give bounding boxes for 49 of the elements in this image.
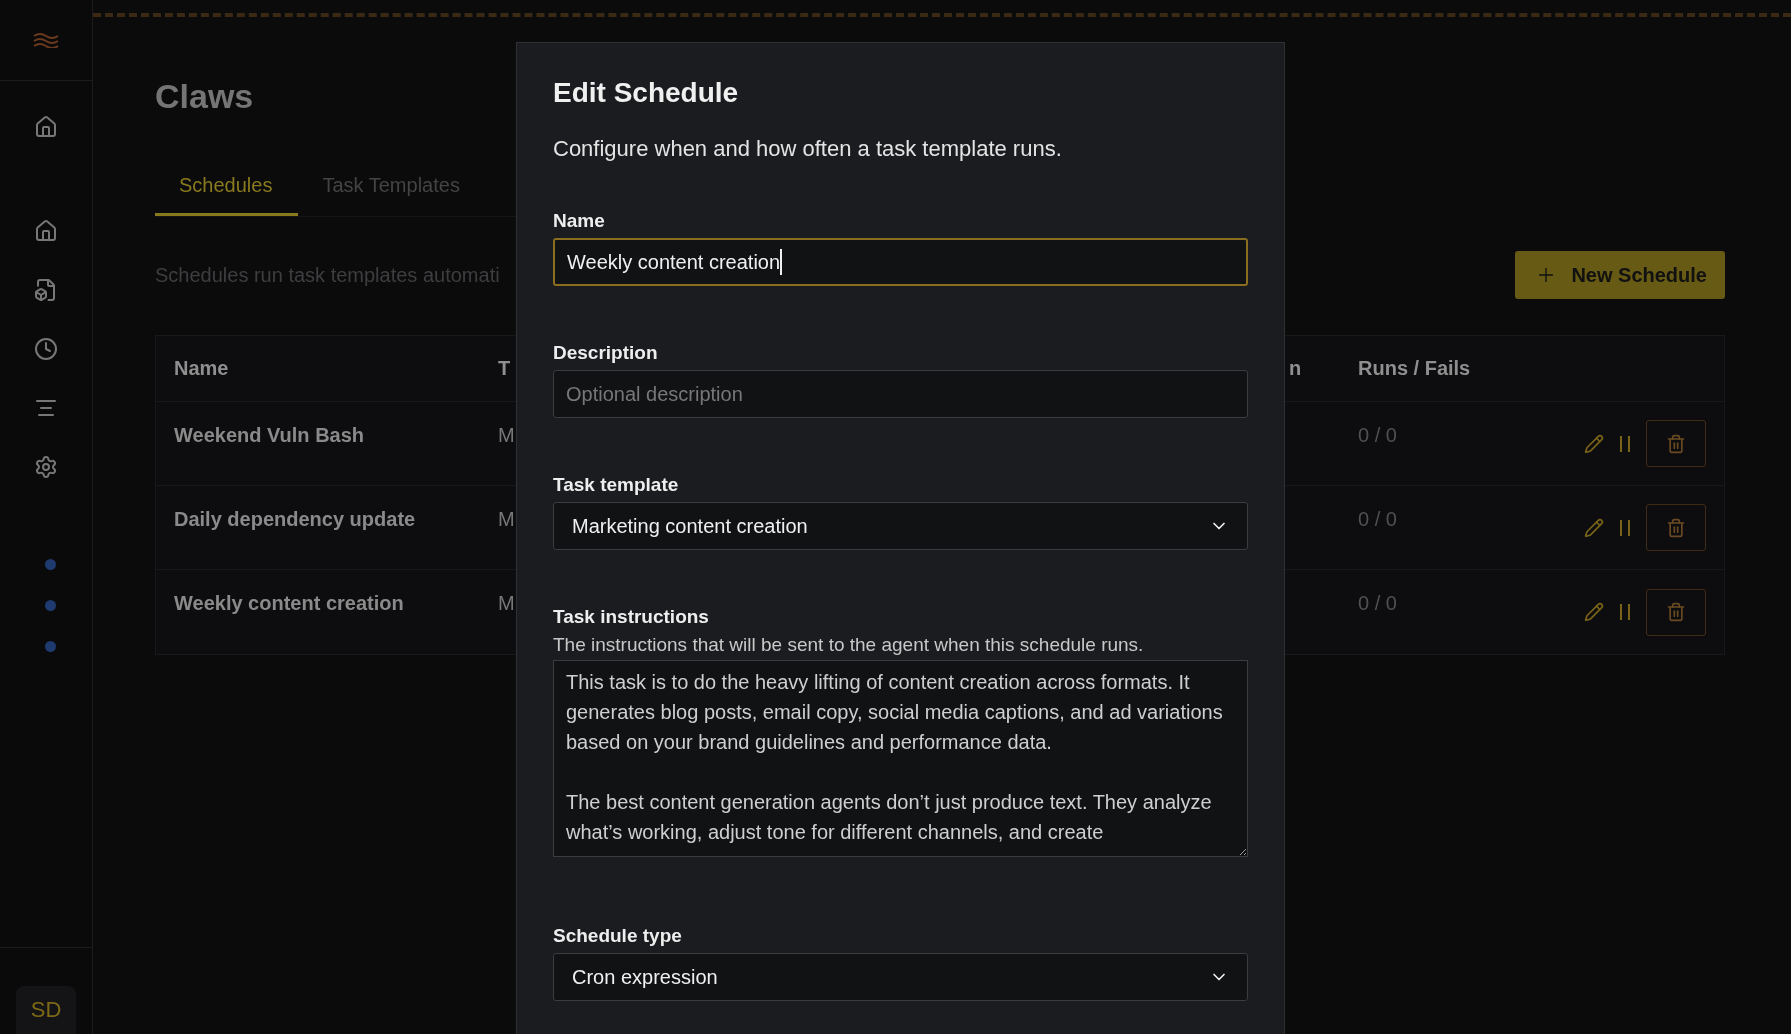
name-field[interactable]: Weekly content creation	[553, 238, 1248, 286]
field-label: Task template	[553, 474, 680, 496]
trash-icon	[1666, 602, 1686, 622]
logo-icon	[33, 32, 59, 48]
table-cell: 0 / 0	[1358, 424, 1397, 447]
column-header: Runs / Fails	[1358, 357, 1471, 380]
pause-icon[interactable]	[1618, 517, 1632, 538]
home-icon[interactable]	[34, 219, 58, 243]
field-label: Schedule type	[553, 925, 683, 947]
field-label: Task instructions	[553, 606, 710, 628]
dialog-subtitle: Configure when and how often a task template runs.	[553, 136, 1063, 162]
new-schedule-button[interactable]: New Schedule	[1515, 251, 1725, 299]
trash-icon	[1666, 433, 1686, 454]
trash-icon	[1666, 517, 1686, 538]
table-cell: Daily dependency update	[174, 508, 416, 531]
table-cell: Weekly content creation	[174, 592, 404, 615]
table-cell: M	[498, 508, 515, 531]
table-cell: 0 / 0	[1358, 592, 1397, 615]
instructions-field[interactable]: This task is to do the heavy lifting of content creation across formats. It generates blog posts, email copy, social media captions, and ad variations based on your brand guidelines and performance data. The best content generation agents don’t just produce text. They analyze what’s working, adjust tone for different channels, and create	[553, 660, 1248, 857]
tab[interactable]: Schedules	[155, 174, 299, 216]
edit-icon[interactable]	[1584, 517, 1604, 538]
settings-icon[interactable]	[34, 455, 58, 479]
column-header: Name	[174, 357, 229, 380]
delete-button[interactable]	[1646, 420, 1706, 467]
table-cell: M	[498, 424, 515, 447]
select-field[interactable]: Marketing content creation	[553, 502, 1248, 550]
column-header: n	[1289, 357, 1302, 380]
document-icon[interactable]	[34, 278, 58, 302]
text-cursor	[780, 249, 783, 275]
column-header: T	[498, 357, 511, 380]
delete-button[interactable]	[1646, 504, 1706, 551]
field-label: Name	[553, 210, 606, 232]
description-field[interactable]: Optional description	[553, 370, 1248, 418]
edit-icon[interactable]	[1584, 433, 1604, 454]
page-title: Claws	[155, 77, 254, 116]
pause-icon[interactable]	[1618, 433, 1632, 454]
table-cell: M	[498, 592, 515, 615]
user-avatar[interactable]: SD	[16, 986, 76, 1034]
edit-icon[interactable]	[1584, 602, 1604, 622]
field-hint: The instructions that will be sent to the agent when this schedule runs.	[553, 634, 1145, 656]
table-cell: Weekend Vuln Bash	[174, 424, 365, 447]
field-label: Description	[553, 342, 659, 364]
delete-button[interactable]	[1646, 588, 1706, 636]
home-icon[interactable]	[34, 115, 58, 139]
clock-icon[interactable]	[34, 337, 58, 361]
select-field[interactable]: Cron expression	[553, 953, 1248, 1001]
pause-icon[interactable]	[1618, 602, 1632, 622]
dialog-title: Edit Schedule	[553, 77, 740, 109]
table-cell: 0 / 0	[1358, 508, 1397, 531]
